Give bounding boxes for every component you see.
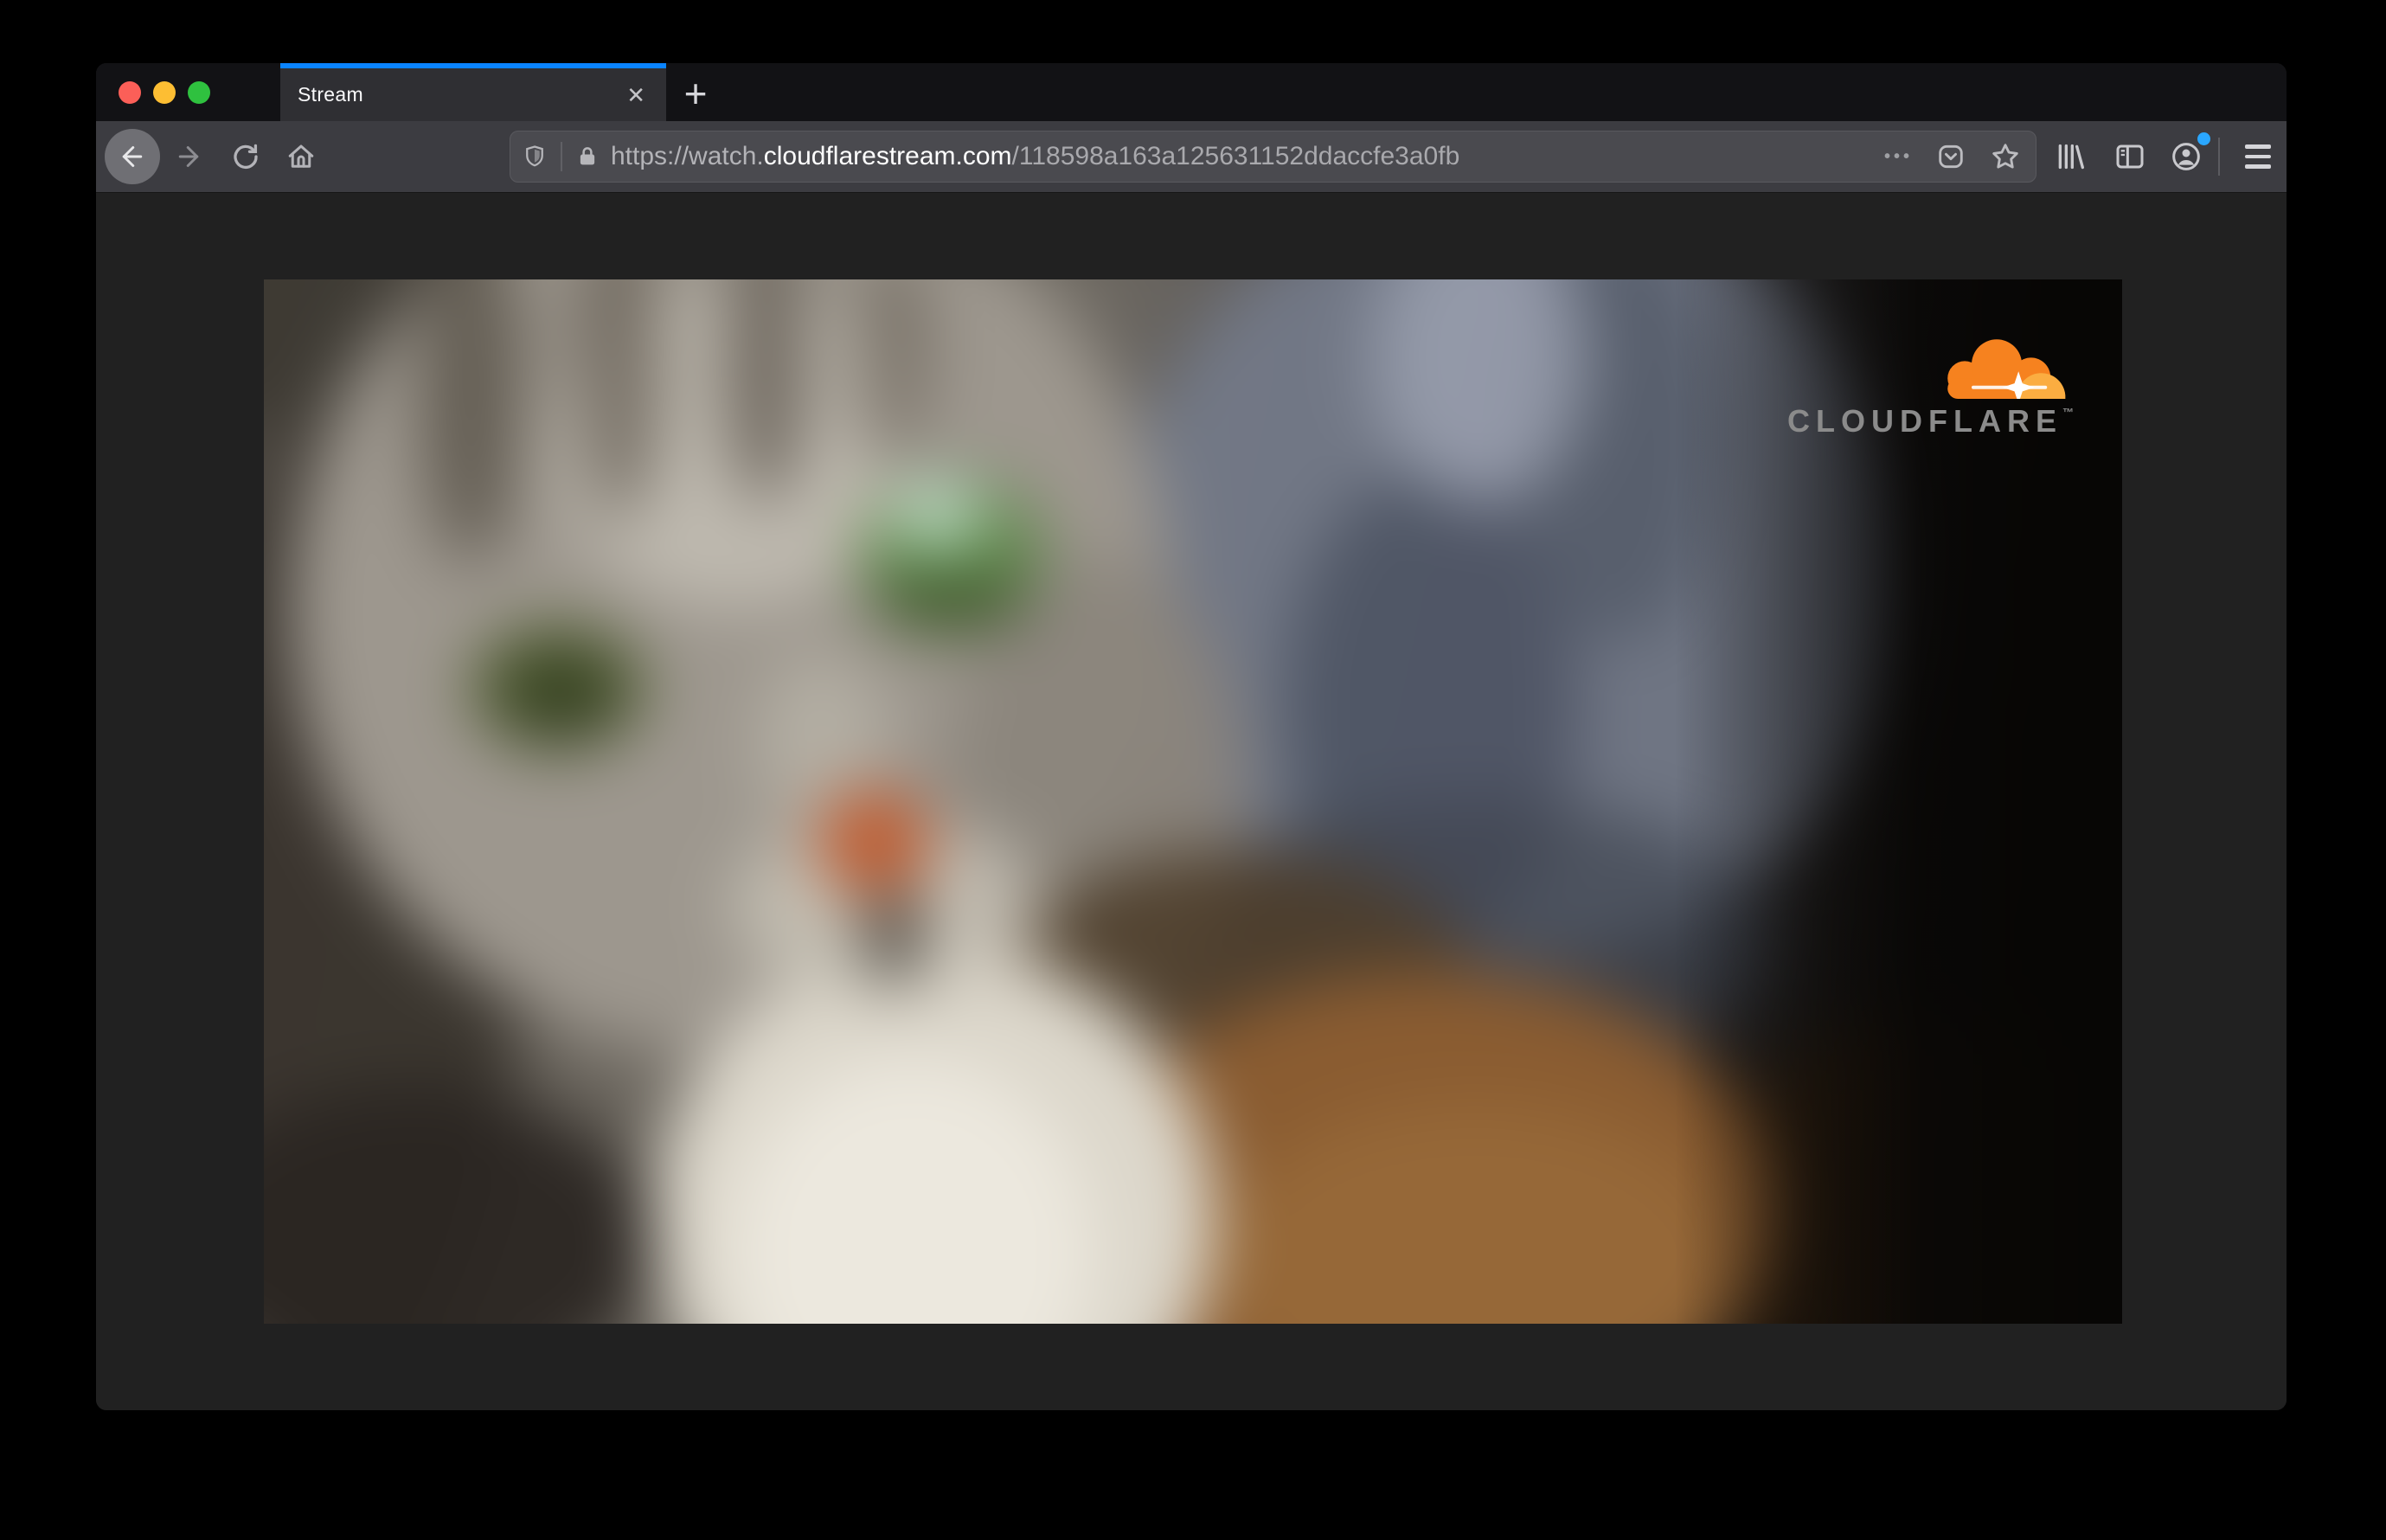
- navigation-toolbar: https://watch.cloudflarestream.com/11859…: [96, 121, 2287, 193]
- tab-title: Stream: [298, 83, 363, 106]
- sidebar-button[interactable]: [2112, 138, 2148, 175]
- home-button[interactable]: [285, 141, 317, 172]
- url-scheme: https://watch.: [611, 142, 764, 170]
- library-button[interactable]: [2052, 138, 2088, 175]
- account-icon: [2172, 143, 2200, 170]
- account-button[interactable]: [2168, 132, 2210, 175]
- account-notification-dot: [2197, 132, 2210, 145]
- sidebar-icon: [2116, 144, 2144, 169]
- cloudflare-logo-text: CLOUDFLARE™: [1787, 403, 2074, 439]
- reload-button[interactable]: [230, 141, 261, 172]
- page-action-buttons: •••: [1884, 140, 2036, 173]
- cloudflare-cloud-icon: [1947, 339, 2066, 399]
- tab-stream[interactable]: Stream ✕: [280, 63, 666, 121]
- back-arrow-icon: [122, 146, 143, 167]
- cloudflare-watermark: CLOUDFLARE™: [1787, 335, 2074, 437]
- forward-arrow-icon: [178, 146, 199, 167]
- new-tab-button[interactable]: +: [675, 68, 716, 119]
- toolbar-divider: [2218, 138, 2220, 176]
- pocket-icon[interactable]: [1935, 141, 1966, 172]
- urlbar-divider: [561, 142, 562, 171]
- window-minimize-button[interactable]: [153, 80, 176, 104]
- back-button[interactable]: [105, 129, 160, 184]
- trademark-mark: ™: [2062, 406, 2074, 419]
- tab-bar: Stream ✕ +: [96, 63, 2287, 121]
- library-icon: [2058, 144, 2084, 170]
- menu-button[interactable]: [2240, 138, 2276, 175]
- tracking-protection-shield-icon[interactable]: [522, 144, 548, 170]
- lock-icon[interactable]: [574, 144, 600, 170]
- menu-icon: [2245, 144, 2271, 149]
- home-icon: [288, 144, 314, 168]
- page-actions-icon[interactable]: •••: [1884, 147, 1913, 167]
- window-close-button[interactable]: [119, 80, 141, 104]
- video-player[interactable]: CLOUDFLARE™: [264, 279, 2122, 1324]
- url-bar[interactable]: https://watch.cloudflarestream.com/11859…: [510, 131, 2036, 183]
- url-path: /118598a163a125631152ddaccfe3a0fb: [1011, 142, 1460, 170]
- reload-icon: [234, 144, 258, 170]
- forward-button[interactable]: [173, 141, 204, 172]
- tab-close-icon[interactable]: ✕: [621, 82, 651, 108]
- page-content: CLOUDFLARE™: [96, 193, 2287, 1410]
- browser-window: Stream ✕ + https://watch.cloudflarestrea…: [96, 63, 2287, 1410]
- url-text: https://watch.cloudflarestream.com/11859…: [611, 142, 1884, 171]
- window-zoom-button[interactable]: [188, 80, 210, 104]
- window-controls: [96, 63, 280, 121]
- screen: { "browser": { "tab": { "title": "Stream…: [0, 0, 2386, 1540]
- url-domain: cloudflarestream.com: [763, 142, 1012, 170]
- bookmark-star-icon[interactable]: [1989, 140, 2022, 173]
